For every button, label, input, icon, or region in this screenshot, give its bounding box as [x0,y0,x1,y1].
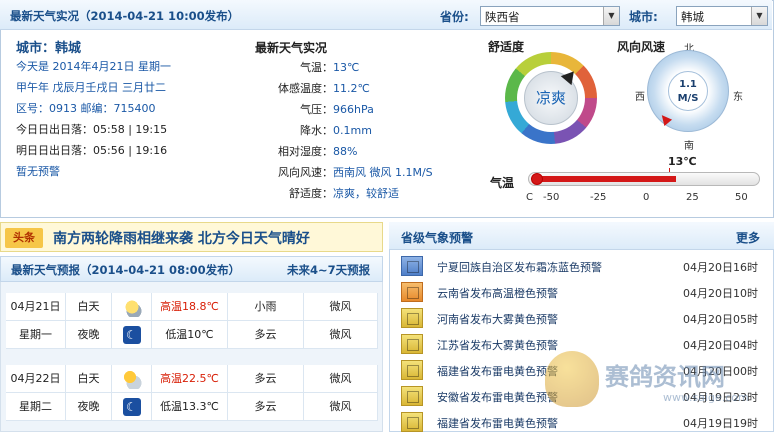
forecast-wind: 微风 [304,365,378,393]
temp-tick-label: 25 [686,192,699,203]
area-codes: 区号：0913 邮编：715400 [16,102,156,115]
thunder-warning-icon [401,412,423,432]
live-row-pressure: 气压：966hPa [300,103,374,116]
forecast-period: 夜晚 [66,393,112,421]
forecast-temp: 低温10℃ [152,321,228,349]
watermark-text: 赛鸽资讯网 [605,363,725,391]
forecast-wind: 微风 [304,293,378,321]
watermark: 赛鸽资讯网 www.saige.com [545,345,765,415]
sun-cloud-icon [112,365,152,393]
temp-marker-value: 13℃ [668,155,697,168]
city-select[interactable]: 韩城 ▼ [676,6,768,26]
warning-status-link[interactable]: 暂无预警 [16,163,60,179]
forecast-wind: 微风 [304,321,378,349]
alert-item[interactable]: 河南省发布大雾黄色预警 04月20日05时 [397,306,767,330]
temp-tick-label: -25 [590,192,607,203]
city-label: 城市: [629,10,658,24]
forecast-temp: 低温13.3℃ [152,393,228,421]
forecast-weather: 多云 [228,365,304,393]
forecast-period: 白天 [66,365,112,393]
province-label: 省份: [440,10,469,24]
headline-link[interactable]: 南方两轮降雨相继来袭 北方今日天气晴好 [53,228,310,248]
live-row-feels-like: 体感温度：11.2℃ [278,82,370,95]
headline-tag: 头条 [5,228,43,248]
forecast-more-link[interactable]: 未来4~7天预报 [287,262,370,278]
temp-tick-label: -50 [543,192,560,203]
wind-speed-value: 1.1 [679,79,697,90]
fog-warning-icon [401,308,423,328]
comfort-label: 舒适度 [488,40,525,54]
forecast-weekday: 星期二 [6,393,66,421]
alerts-header: 省级气象预警 更多 [389,222,774,250]
forecast-period: 白天 [66,293,112,321]
page-title: 最新天气实况（2014-04-21 10:00发布） [10,9,240,23]
today-date: 今天是 2014年4月21日 星期一 [16,60,171,73]
rain-icon [112,293,152,321]
wind-dir-east: 东 [733,92,743,103]
fog-warning-icon [401,334,423,354]
alerts-more-link[interactable]: 更多 [736,229,760,246]
temp-label: 气温 [490,176,515,190]
forecast-temp: 高温18.8℃ [152,293,228,321]
forecast-date: 04月22日 [6,365,66,393]
alerts-title: 省级气象预警 [401,231,474,245]
chevron-down-icon: ▼ [603,7,619,25]
watermark-url: www.saige.com [663,391,749,404]
wind-speed-unit: M/S [677,93,699,104]
temp-unit-label: C [526,192,533,203]
chevron-down-icon: ▼ [751,7,767,25]
headline-banner: 头条 南方两轮降雨相继来袭 北方今日天气晴好 [0,222,383,252]
wind-label: 风向风速 [617,40,666,54]
alert-item[interactable]: 云南省发布高温橙色预警 04月20日10时 [397,280,767,304]
forecast-weekday: 星期一 [6,321,66,349]
wind-speed-display: 1.1 M/S [668,71,708,111]
forecast-day-1: 04月21日 星期一 白天 夜晚 ☾ 高温18.8℃ 低温10℃ 小雨 多云 微… [6,293,378,349]
thermometer-bulb [531,173,543,185]
moon-icon: ☾ [112,393,152,421]
sun-times-tomorrow: 明日日出日落：05:56 | 19:16 [16,144,168,157]
forecast-weather: 多云 [228,321,304,349]
pigeon-logo-icon [545,351,599,407]
province-select[interactable]: 陕西省 ▼ [480,6,620,26]
forecast-header: 最新天气预报（2014-04-21 08:00发布） 未来4~7天预报 [0,256,383,282]
moon-icon: ☾ [112,321,152,349]
forecast-title: 最新天气预报（2014-04-21 08:00发布） [11,263,241,277]
live-row-wind: 风向风速：西南风 微风 1.1M/S [278,166,433,179]
thunder-warning-icon [401,360,423,380]
live-row-temp: 气温：13℃ [300,61,360,74]
province-select-value: 陕西省 [485,10,520,24]
sun-times-today: 今日日出日落：05:58 | 19:15 [16,123,168,136]
forecast-date: 04月21日 [6,293,66,321]
wind-dir-west: 西 [635,92,645,103]
forecast-wind: 微风 [304,393,378,421]
forecast-weather: 小雨 [228,293,304,321]
alert-item[interactable]: 宁夏回族自治区发布霜冻蓝色预警 04月20日16时 [397,254,767,278]
temp-tick-label: 0 [643,192,650,203]
live-heading: 最新天气实况 [255,41,328,55]
forecast-day-2: 04月22日 星期二 白天 夜晚 ☾ 高温22.5℃ 低温13.3℃ 多云 多云… [6,365,378,421]
live-row-precip: 降水：0.1mm [300,124,372,137]
live-row-humidity: 相对湿度：88% [278,145,358,158]
heat-warning-icon [401,282,423,302]
thermometer-fill [536,176,676,182]
lunar-date: 甲午年 戊辰月壬戌日 三月廿二 [16,81,166,94]
forecast-period: 夜晚 [66,321,112,349]
frost-warning-icon [401,256,423,276]
live-row-comfort: 舒适度：凉爽，较舒适 [289,187,399,200]
city-select-value: 韩城 [681,10,704,24]
wind-dir-south: 南 [684,141,694,152]
forecast-temp: 高温22.5℃ [152,365,228,393]
top-title-bar: 最新天气实况（2014-04-21 10:00发布） 省份: 陕西省 ▼ 城市:… [0,0,772,30]
temp-tick-label: 50 [735,192,748,203]
forecast-weather: 多云 [228,393,304,421]
thunder-warning-icon [401,386,423,406]
city-name: 城市：韩城 [16,41,82,56]
